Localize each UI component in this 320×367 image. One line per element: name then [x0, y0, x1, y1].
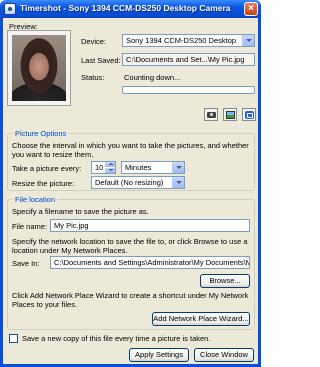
status-value: Counting down...	[124, 73, 181, 82]
app-window: Timershot - Sony 1394 CCM-DS250 Desktop …	[0, 0, 261, 367]
network-share-button[interactable]	[242, 108, 256, 121]
filename-value: My Pic.jpg	[54, 221, 89, 230]
interval-unit-dropdown[interactable]: Minutes	[121, 161, 185, 174]
picture-options-title: Picture Options	[13, 129, 69, 138]
dialog-body: Preview: Device: Sony 1394 CCM-DS250 Des…	[3, 18, 258, 364]
title-bar[interactable]: Timershot - Sony 1394 CCM-DS250 Desktop …	[0, 0, 261, 18]
window-title: Timershot - Sony 1394 CCM-DS250 Desktop …	[20, 3, 231, 13]
chevron-down-icon	[172, 162, 184, 173]
status-label: Status:	[81, 73, 105, 82]
take-picture-button[interactable]	[204, 108, 218, 121]
network-share-icon	[245, 111, 254, 119]
chevron-down-icon	[242, 35, 254, 46]
interval-unit-value: Minutes	[125, 163, 152, 172]
picture-icon	[226, 111, 235, 119]
preview-frame	[7, 30, 71, 106]
file-location-group: File location Specify a filename to save…	[7, 195, 255, 330]
resize-label: Resize the picture:	[12, 179, 75, 188]
save-in-input[interactable]: C:\Documents and Settings\Administrator\…	[50, 256, 250, 269]
save-in-label: Save In:	[12, 259, 40, 268]
close-icon: ×	[248, 3, 254, 14]
filename-hint: Specify a filename to save the picture a…	[12, 207, 149, 216]
interval-spinner[interactable]: 10	[91, 161, 116, 174]
last-saved-label: Last Saved:	[81, 56, 121, 65]
camera-icon	[207, 112, 216, 118]
save-in-value: C:\Documents and Settings\Administrator\…	[54, 258, 249, 267]
last-saved-field: C:\Documents and Set...\My Pic.jpg	[122, 53, 255, 66]
save-copy-label: Save a new copy of this file every time …	[22, 334, 211, 343]
save-copy-checkbox[interactable]	[9, 334, 18, 343]
picture-options-group: Picture Options Choose the interval in w…	[7, 129, 255, 191]
close-window-button[interactable]: ×	[244, 2, 258, 16]
network-location-hint: Specify the network location to save the…	[12, 237, 248, 255]
app-icon	[4, 3, 16, 15]
device-value: Sony 1394 CCM-DS250 Desktop	[126, 36, 237, 45]
add-network-place-button[interactable]: Add Network Place Wizard...	[152, 312, 250, 326]
interval-label: Take a picture every:	[12, 164, 82, 173]
resize-value: Default (No resizing)	[95, 178, 164, 187]
last-saved-value: C:\Documents and Set...\My Pic.jpg	[126, 55, 245, 64]
file-location-title: File location	[13, 195, 58, 204]
camera-preview-image	[12, 35, 66, 101]
view-picture-button[interactable]	[223, 108, 237, 121]
wizard-hint: Click Add Network Place Wizard to create…	[12, 291, 249, 309]
resize-dropdown[interactable]: Default (No resizing)	[91, 176, 185, 189]
device-dropdown[interactable]: Sony 1394 CCM-DS250 Desktop	[122, 34, 255, 47]
device-label: Device:	[81, 37, 107, 46]
spin-up-icon[interactable]	[105, 162, 115, 167]
chevron-down-icon	[172, 177, 184, 188]
filename-label: File name:	[12, 222, 48, 231]
filename-input[interactable]: My Pic.jpg	[50, 219, 250, 232]
picture-options-description: Choose the interval in which you want to…	[12, 141, 249, 159]
countdown-progress-bar	[122, 86, 255, 94]
spin-down-icon[interactable]	[105, 168, 115, 173]
browse-button[interactable]: Browse...	[200, 274, 250, 288]
close-window-button-bottom[interactable]: Close Window	[194, 348, 254, 362]
interval-value: 10	[95, 163, 104, 172]
apply-settings-button[interactable]: Apply Settings	[129, 348, 189, 362]
